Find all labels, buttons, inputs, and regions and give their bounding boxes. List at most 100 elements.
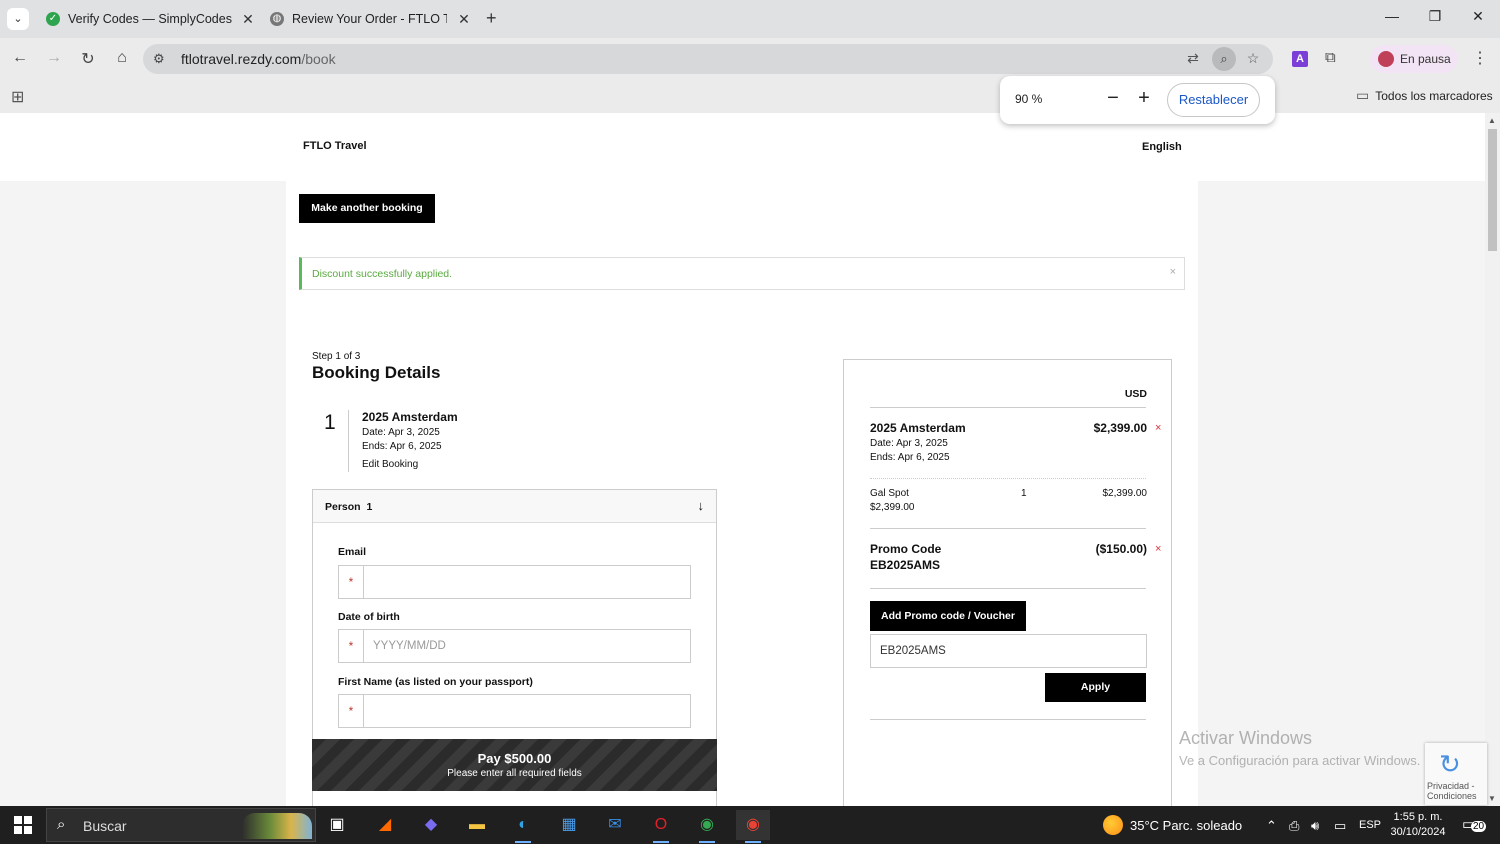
clock-time: 1:55 p. m. <box>1393 811 1443 823</box>
pay-button[interactable]: Pay $500.00 Please enter all required fi… <box>312 739 717 791</box>
network-icon[interactable]: ▭ <box>1334 818 1346 834</box>
remove-item-icon[interactable]: × <box>1155 422 1161 434</box>
profile-button[interactable]: En pausa <box>1370 45 1458 73</box>
tab-title: Review Your Order - FTLO Trave <box>292 12 447 26</box>
item-number: 1 <box>324 411 336 434</box>
brand-name[interactable]: FTLO Travel <box>303 140 367 152</box>
alert-message: Discount successfully applied. <box>312 268 453 280</box>
success-alert: Discount successfully applied. × <box>299 257 1185 290</box>
microsoft-store-icon[interactable]: ▦ <box>552 810 586 840</box>
item-date: Date: Apr 3, 2025 <box>362 427 440 438</box>
forward-icon[interactable]: → <box>44 49 64 67</box>
zoom-in-icon[interactable]: + <box>1134 87 1154 110</box>
zoom-reset-button[interactable]: Restablecer <box>1167 83 1260 117</box>
arrow-down-icon[interactable]: ↓ <box>698 498 705 513</box>
dob-label: Date of birth <box>338 611 400 623</box>
taskbar-search[interactable]: ⌕ Buscar <box>46 808 316 842</box>
tab-title: Verify Codes — SimplyCodes <box>68 12 232 26</box>
new-tab-icon[interactable]: + <box>486 8 497 29</box>
pay-amount: Pay $500.00 <box>477 751 552 766</box>
close-tab-icon[interactable]: ✕ <box>456 11 472 28</box>
restore-icon[interactable]: ❐ <box>1425 8 1445 25</box>
page-viewport: FTLO Travel English Make another booking… <box>0 113 1485 806</box>
volume-icon[interactable]: 🔊︎ <box>1311 818 1319 834</box>
search-highlight-image <box>242 813 312 839</box>
close-window-icon[interactable]: ✕ <box>1468 8 1488 25</box>
chrome-icon[interactable]: ◉ <box>690 810 724 843</box>
tab-simplycodes[interactable]: ✓ Verify Codes — SimplyCodes ✕ <box>36 4 256 34</box>
dob-field[interactable]: * YYYY/MM/DD <box>338 629 691 663</box>
meet-now-icon[interactable]: ⎙ <box>1289 818 1299 834</box>
address-bar[interactable]: ⚙ ftlotravel.rezdy.com/book ⇄ ⌕ ☆ <box>143 44 1273 74</box>
folder-icon: ▭ <box>1356 87 1370 103</box>
email-field[interactable]: * <box>338 565 691 599</box>
divider <box>348 410 349 472</box>
url-text[interactable]: ftlotravel.rezdy.com/book <box>181 51 336 67</box>
alert-close-icon[interactable]: × <box>1170 266 1176 278</box>
system-clock[interactable]: 1:55 p. m. 30/10/2024 <box>1388 810 1448 840</box>
site-info-icon[interactable]: ⚙ <box>153 51 165 67</box>
file-explorer-icon[interactable]: ▬ <box>460 810 494 840</box>
scroll-down-icon[interactable]: ▼ <box>1488 794 1496 803</box>
weather-text[interactable]: 35°C Parc. soleado <box>1130 818 1242 833</box>
chrome-profile-icon[interactable]: ◉ <box>736 810 770 843</box>
page-scrollbar[interactable]: ▲ ▼ <box>1485 113 1500 806</box>
tab-ftlo-review[interactable]: ◍ Review Your Order - FTLO Trave ✕ <box>262 4 472 34</box>
apply-button[interactable]: Apply <box>1045 673 1146 702</box>
apps-grid-icon[interactable]: ⊞ <box>11 87 24 107</box>
pay-note: Please enter all required fields <box>447 768 582 779</box>
zoom-icon[interactable]: ⌕ <box>1212 47 1236 71</box>
add-promo-code-button[interactable]: Add Promo code / Voucher <box>870 601 1026 631</box>
make-another-booking-button[interactable]: Make another booking <box>299 194 435 223</box>
reload-icon[interactable]: ↻ <box>78 49 98 69</box>
minimize-icon[interactable]: — <box>1382 8 1402 24</box>
extension-a-icon[interactable]: A <box>1292 51 1308 67</box>
browser-menu-icon[interactable]: ⋮ <box>1472 48 1488 68</box>
recaptcha-badge[interactable]: ↻ Privacidad - Condiciones <box>1425 743 1487 805</box>
zoom-popup: 90 % − + Restablecer <box>1000 76 1275 124</box>
promo-code-label: Promo Code <box>870 542 942 556</box>
task-view-icon[interactable]: ▣ <box>320 810 354 840</box>
back-icon[interactable]: ← <box>10 49 30 67</box>
zoom-out-icon[interactable]: − <box>1103 87 1123 110</box>
first-name-field[interactable]: * <box>338 694 691 728</box>
email-label: Email <box>338 546 367 558</box>
scroll-up-icon[interactable]: ▲ <box>1488 116 1496 125</box>
browser-toolbar: ← → ↻ ⌂ ⚙ ftlotravel.rezdy.com/book ⇄ ⌕ … <box>0 38 1500 80</box>
mail-icon[interactable]: ✉ <box>598 810 632 840</box>
weather-icon[interactable] <box>1103 815 1123 835</box>
language-selector[interactable]: English <box>1142 141 1182 153</box>
line-item-total: $2,399.00 <box>1102 488 1148 499</box>
person-header[interactable]: Person 1 ↓ <box>313 490 716 523</box>
extensions-puzzle-icon[interactable]: ⧉ <box>1325 49 1336 66</box>
media-app-icon[interactable]: ◢ <box>368 810 402 840</box>
divider <box>870 528 1146 529</box>
windows-taskbar: ⌕ Buscar ▣ ◢ ◆ ▬ ◐ ▦ ✉ O ◉ ◉ 35°C Parc. … <box>0 806 1500 844</box>
notification-center-icon[interactable]: ▭ 20 <box>1462 815 1487 835</box>
summary-item-name: 2025 Amsterdam <box>870 421 966 435</box>
avatar <box>1378 51 1394 67</box>
translate-icon[interactable]: ⇄ <box>1183 50 1203 68</box>
tab-search-menu-icon[interactable]: ⌄ <box>7 8 29 30</box>
bookmark-star-icon[interactable]: ☆ <box>1243 50 1263 68</box>
divider <box>870 478 1146 479</box>
input-language[interactable]: ESP <box>1359 819 1381 831</box>
all-bookmarks-button[interactable]: ▭ Todos los marcadores <box>1356 87 1493 104</box>
windows-start-icon[interactable] <box>14 816 32 834</box>
copilot-icon[interactable]: ◆ <box>414 810 448 840</box>
recaptcha-links[interactable]: Privacidad - Condiciones <box>1427 781 1487 801</box>
close-tab-icon[interactable]: ✕ <box>240 11 256 28</box>
search-placeholder: Buscar <box>83 818 127 834</box>
summary-item-end: Ends: Apr 6, 2025 <box>870 452 950 463</box>
promo-code-input[interactable]: EB2025AMS <box>870 634 1147 668</box>
home-icon[interactable]: ⌂ <box>112 49 132 67</box>
tray-chevron-up-icon[interactable]: ⌃ <box>1266 818 1277 834</box>
edit-booking-link[interactable]: Edit Booking <box>362 459 418 470</box>
currency-label: USD <box>1124 388 1147 400</box>
all-bookmarks-label: Todos los marcadores <box>1375 88 1493 103</box>
opera-icon[interactable]: O <box>644 810 678 843</box>
item-name: 2025 Amsterdam <box>362 410 458 424</box>
remove-promo-icon[interactable]: × <box>1155 543 1161 555</box>
edge-icon[interactable]: ◐ <box>506 810 540 843</box>
scrollbar-thumb[interactable] <box>1488 129 1497 251</box>
